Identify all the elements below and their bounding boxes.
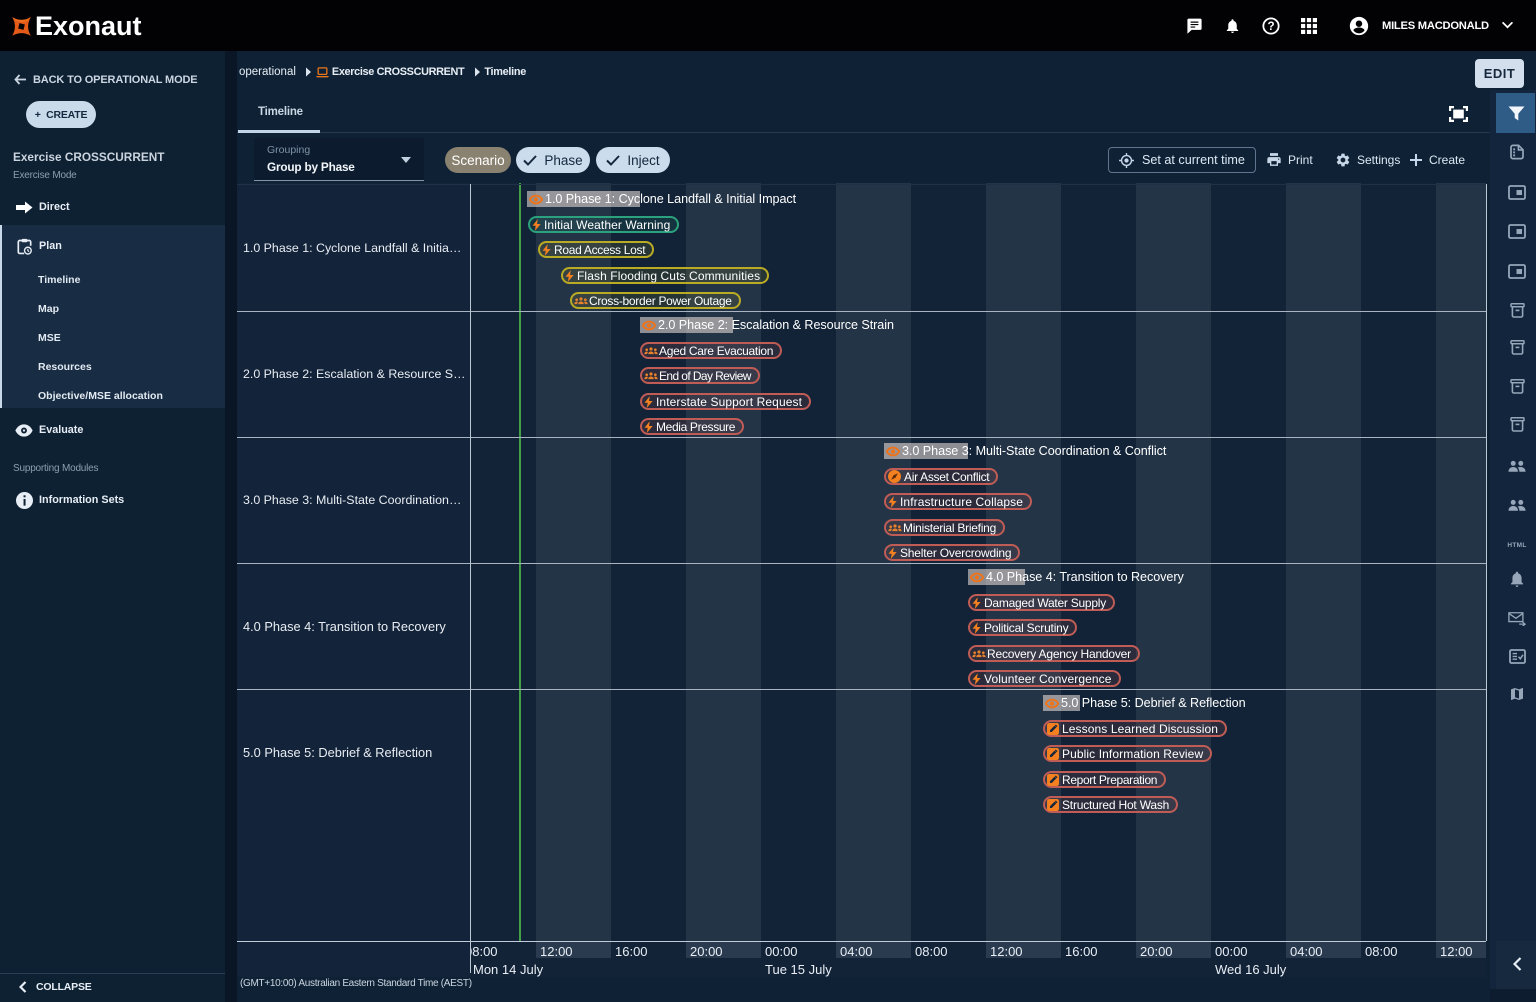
svg-text:?: ? [1267, 20, 1274, 33]
